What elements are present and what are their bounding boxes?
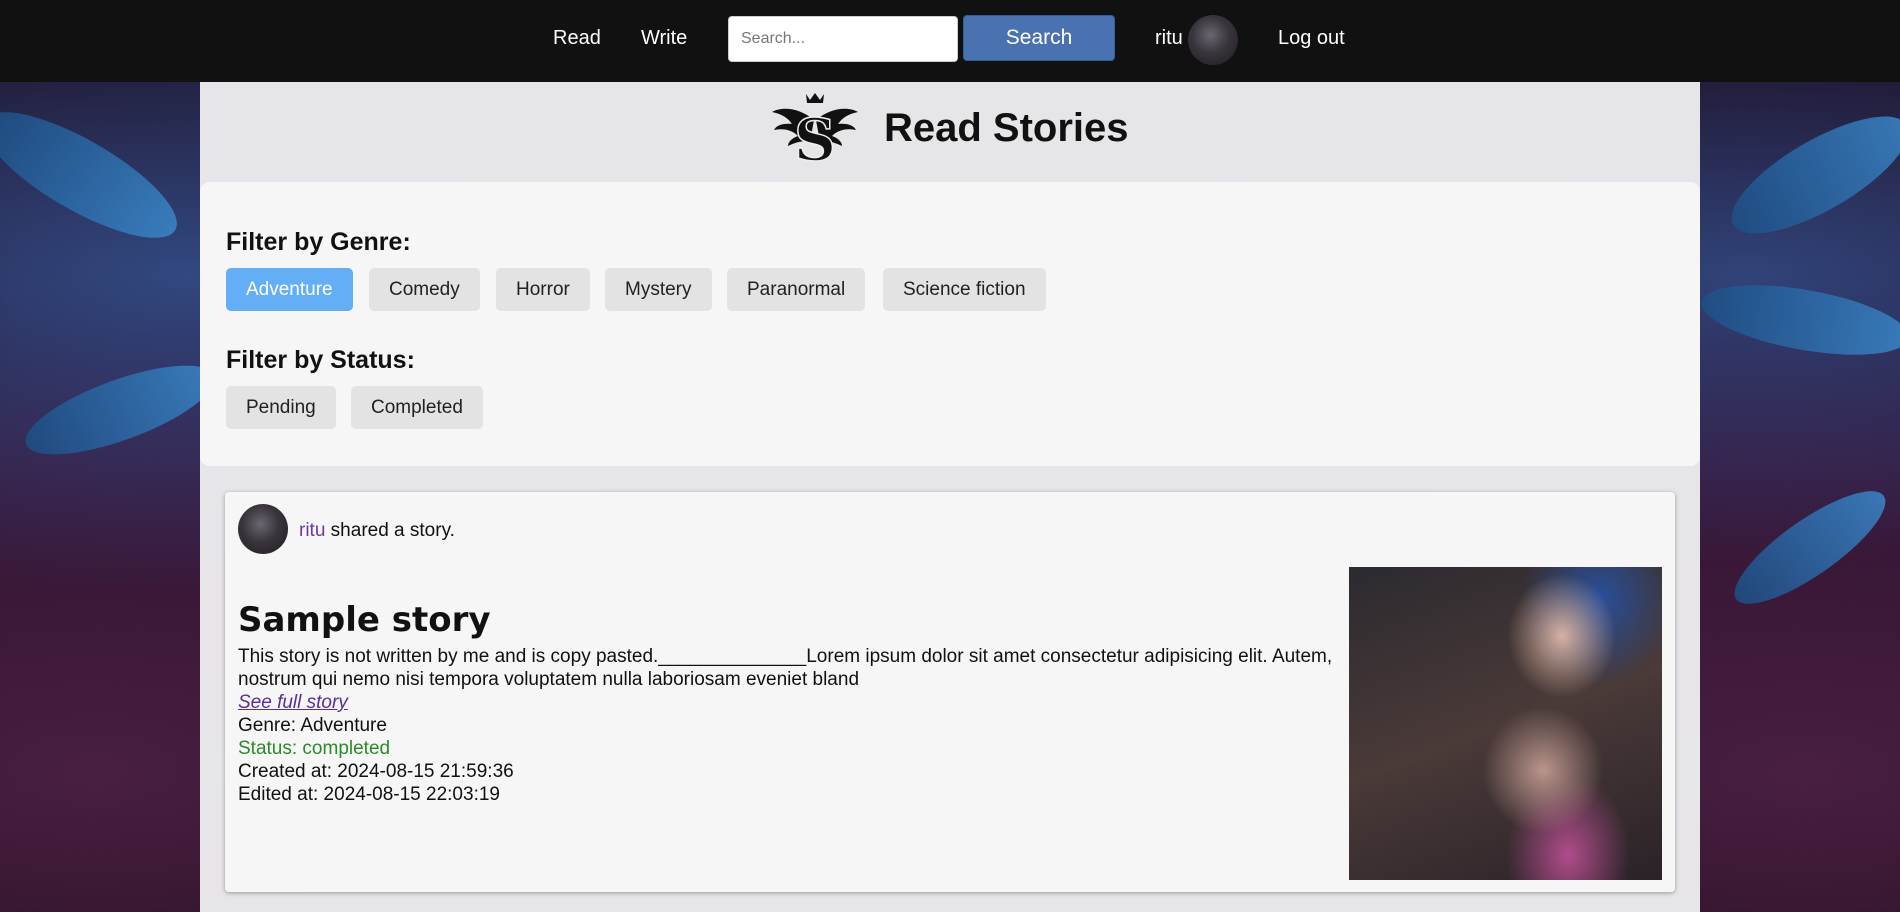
genre-chip-science-fiction[interactable]: Science fiction (883, 268, 1046, 311)
svg-text:S: S (794, 106, 836, 174)
see-full-story-link[interactable]: See full story (238, 692, 348, 713)
nav-write-link[interactable]: Write (641, 27, 687, 50)
genre-chip-mystery[interactable]: Mystery (605, 268, 712, 311)
logout-link[interactable]: Log out (1278, 27, 1345, 50)
background-decoration (15, 347, 225, 473)
author-avatar[interactable] (238, 504, 288, 554)
genre-chip-adventure[interactable]: Adventure (226, 268, 353, 311)
background-decoration (1720, 473, 1900, 622)
main-content: S Read Stories Filter by Genre: Adventur… (200, 82, 1700, 912)
search-input[interactable] (728, 16, 958, 62)
story-title: Sample story (238, 600, 491, 640)
shared-line: ritu shared a story. (299, 520, 455, 542)
status-chip-completed[interactable]: Completed (351, 386, 483, 429)
genre-chip-horror[interactable]: Horror (496, 268, 590, 311)
status-chip-pending[interactable]: Pending (226, 386, 336, 429)
background-decoration (0, 89, 193, 261)
shared-text: shared a story. (325, 520, 455, 541)
nav-avatar[interactable] (1188, 15, 1238, 65)
page-title: Read Stories (884, 106, 1129, 150)
nav-read-link[interactable]: Read (553, 27, 601, 50)
status-filter-heading: Filter by Status: (226, 346, 415, 374)
top-navbar: Read Write Search ritu Log out (0, 0, 1900, 82)
story-body: This story is not written by me and is c… (238, 645, 1338, 806)
filter-panel: Filter by Genre: Adventure Comedy Horror… (200, 182, 1700, 466)
search-button[interactable]: Search (963, 15, 1115, 61)
background-decoration (1715, 94, 1900, 256)
page-header: S Read Stories (200, 82, 1700, 182)
author-link[interactable]: ritu (299, 520, 325, 541)
genre-filter-heading: Filter by Genre: (226, 228, 411, 256)
story-cover-image (1349, 567, 1662, 880)
story-excerpt: This story is not written by me and is c… (238, 646, 1333, 690)
story-edited-at: Edited at: 2024-08-15 22:03:19 (238, 784, 500, 805)
story-status: Status: completed (238, 738, 391, 759)
story-genre: Genre: Adventure (238, 715, 387, 736)
background-decoration (1696, 272, 1900, 368)
genre-chip-paranormal[interactable]: Paranormal (727, 268, 866, 311)
story-created-at: Created at: 2024-08-15 21:59:36 (238, 761, 514, 782)
genre-chip-comedy[interactable]: Comedy (369, 268, 480, 311)
site-logo-icon: S (772, 93, 858, 174)
nav-username[interactable]: ritu (1155, 27, 1183, 50)
story-card: ritu shared a story. Sample story This s… (225, 492, 1675, 892)
